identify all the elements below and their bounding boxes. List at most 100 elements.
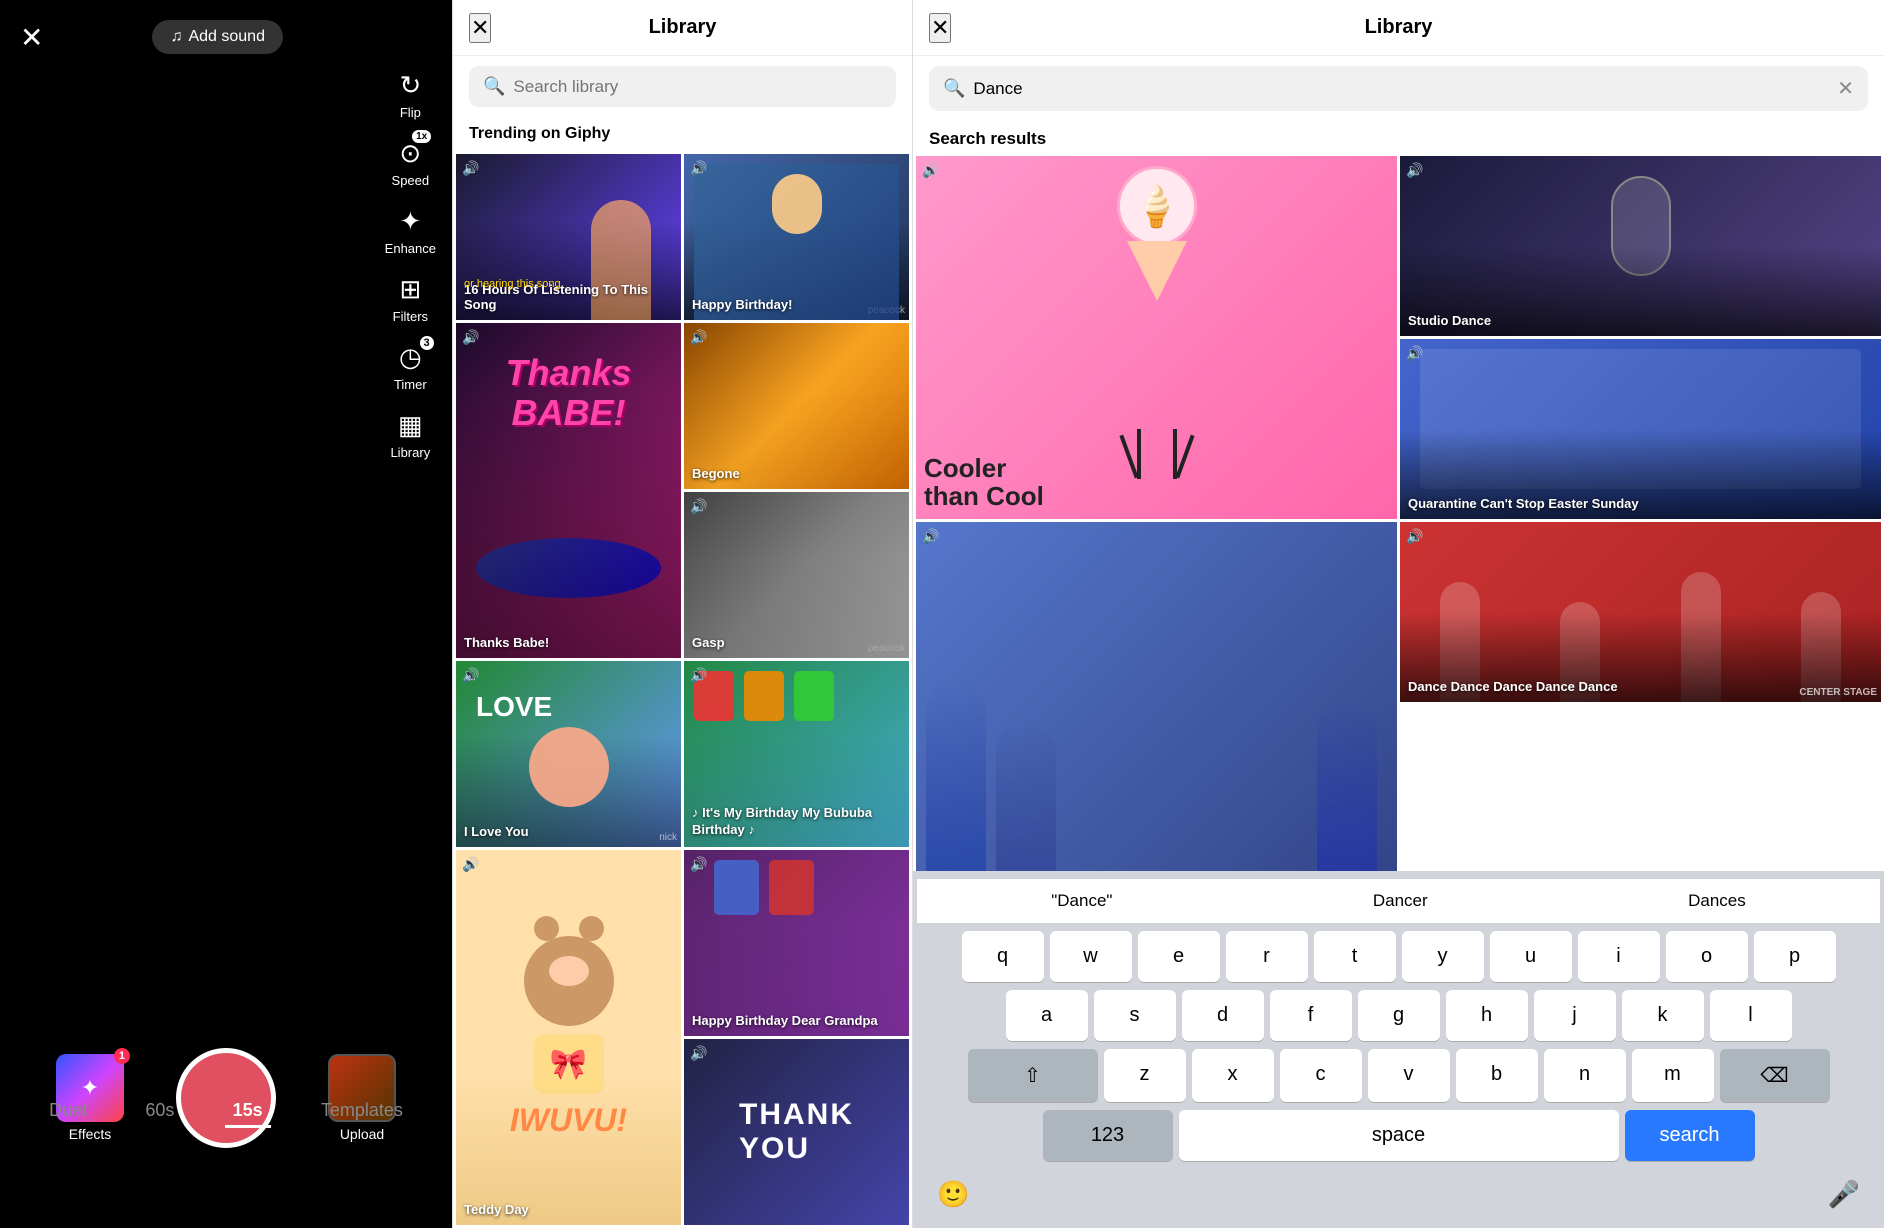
trending-gif-grid: 🔊 16 Hours Of Listening To This Song or … [453,151,912,1228]
gif-icecream[interactable]: 🔊 🍦 Coolerthan Cool [916,156,1397,519]
add-sound-button[interactable]: ♫ Add sound [152,20,283,54]
key-v[interactable]: v [1368,1049,1450,1102]
key-h[interactable]: h [1446,990,1528,1041]
gif-teddy[interactable]: 🔊 🎀 IWUVU! Teddy Day [456,850,681,1225]
tab-templates[interactable]: Templates [313,1096,411,1128]
top-bar: ✕ ♫ Add sound [0,0,452,64]
suggestion-dance[interactable]: "Dance" [1039,887,1124,915]
gif-kids-dance[interactable]: 🔊 [916,522,1397,871]
tab-60s[interactable]: 60s [137,1096,182,1128]
key-q[interactable]: q [962,931,1044,982]
key-n[interactable]: n [1544,1049,1626,1102]
key-t[interactable]: t [1314,931,1396,982]
key-o[interactable]: o [1666,931,1748,982]
volume-icon-birthday: 🔊 [690,160,707,177]
key-z[interactable]: z [1104,1049,1186,1102]
close-button[interactable]: ✕ [20,21,43,54]
timer-badge: 3 [420,336,434,350]
tab-duet[interactable]: Duet [41,1096,95,1128]
library-panel-middle: ✕ Library 🔍 Trending on Giphy 🔊 16 Hours… [452,0,912,1228]
gif-label-gasp: Gasp [692,635,725,650]
gif-label-studio: Studio Dance [1408,313,1491,328]
key-d[interactable]: d [1182,990,1264,1041]
gif-patrick[interactable]: 🔊 I Love You LOVE nick [456,661,681,847]
key-b[interactable]: b [1456,1049,1538,1102]
emoji-button[interactable]: 🙂 [937,1179,969,1210]
right-header: ✕ Library [913,0,1884,56]
middle-close-button[interactable]: ✕ [469,13,491,43]
key-i[interactable]: i [1578,931,1660,982]
gif-quarantine[interactable]: 🔊 Quarantine Can't Stop Easter Sunday [1400,339,1881,519]
gif-label-thanks: Thanks Babe! [464,635,549,650]
keyboard-row-3: ⇧ z x c v b n m ⌫ [917,1049,1880,1102]
gif-studio-dance[interactable]: 🔊 Studio Dance [1400,156,1881,336]
suggestion-dances[interactable]: Dances [1676,887,1758,915]
volume-icon-quarantine: 🔊 [1406,345,1423,362]
suggestion-dancer[interactable]: Dancer [1361,887,1440,915]
enhance-icon: ✦ [399,206,421,237]
flip-control[interactable]: ↻ Flip [399,70,421,120]
tab-15s[interactable]: 15s [225,1096,271,1128]
key-p[interactable]: p [1754,931,1836,982]
clear-search-button[interactable]: ✕ [1837,76,1854,101]
key-y[interactable]: y [1402,931,1484,982]
library-control[interactable]: ▦ Library [390,410,430,460]
gif-dance-dance[interactable]: 🔊 Dance Dance Dance Dance Dance CENTER S… [1400,522,1881,702]
gif-birthday[interactable]: 🔊 Happy Birthday! peacock [684,154,909,320]
gif-label-patrick: I Love You [464,824,529,839]
middle-title: Library [649,16,717,39]
bottom-controls: ✦ 1 Effects Upload Duet 60s 15s Template… [0,1048,452,1148]
volume-icon-teddy: 🔊 [462,856,479,873]
delete-key[interactable]: ⌫ [1720,1049,1830,1102]
microphone-button[interactable]: 🎤 [1828,1179,1860,1210]
key-f[interactable]: f [1270,990,1352,1041]
volume-icon-begone: 🔊 [690,329,707,346]
gif-thanks[interactable]: 🔊 ThanksBABE! Thanks Babe! [456,323,681,658]
gif-thankyou[interactable]: 🔊 THANK YOU [684,1039,909,1225]
gif-gasp[interactable]: 🔊 Gasp peacock [684,492,909,658]
key-w[interactable]: w [1050,931,1132,982]
key-x[interactable]: x [1192,1049,1274,1102]
right-search-bar[interactable]: 🔍 ✕ [929,66,1868,111]
gif-bday-grandpa[interactable]: 🔊 Happy Birthday Dear Grandpa [684,850,909,1036]
gif-southpark[interactable]: 🔊 ♪ It's My Birthday My Bububa Birthday … [684,661,909,847]
speed-badge: 1x [412,130,431,143]
watermark-patrick: nick [659,832,677,843]
gif-begone[interactable]: 🔊 Begone [684,323,909,489]
key-c[interactable]: c [1280,1049,1362,1102]
right-title: Library [1365,16,1433,39]
enhance-control[interactable]: ✦ Enhance [385,206,436,256]
key-a[interactable]: a [1006,990,1088,1041]
right-close-button[interactable]: ✕ [929,13,951,43]
numbers-key[interactable]: 123 [1043,1110,1173,1161]
middle-search-bar[interactable]: 🔍 [469,66,896,107]
speed-control[interactable]: ⊙ 1x Speed [392,138,430,188]
key-u[interactable]: u [1490,931,1572,982]
middle-search-input[interactable] [513,77,882,97]
key-m[interactable]: m [1632,1049,1714,1102]
right-search-input[interactable] [973,79,1829,99]
key-s[interactable]: s [1094,990,1176,1041]
camera-controls: ↻ Flip ⊙ 1x Speed ✦ Enhance ⊞ Filters ◷ … [385,60,436,470]
gif-jojo[interactable]: 🔊 16 Hours Of Listening To This Song or … [456,154,681,320]
keyboard: "Dance" Dancer Dances q w e r t y u i o … [913,871,1884,1228]
library-panel-right: ✕ Library 🔍 ✕ Search results 🔊 🍦 Coolert… [912,0,1884,1228]
key-r[interactable]: r [1226,931,1308,982]
trending-label: Trending on Giphy [453,117,912,151]
space-key[interactable]: space [1179,1110,1619,1161]
shift-key[interactable]: ⇧ [968,1049,1098,1102]
filters-control[interactable]: ⊞ Filters [393,274,428,324]
volume-icon-southpark: 🔊 [690,667,707,684]
volume-icon: 🔊 [462,160,479,177]
thanks-text: ThanksBABE! [456,353,681,432]
key-e[interactable]: e [1138,931,1220,982]
gif-sublabel-jojo: or hearing this song. [464,278,564,290]
key-k[interactable]: k [1622,990,1704,1041]
camera-panel: ✕ ♫ Add sound ↻ Flip ⊙ 1x Speed ✦ Enhanc… [0,0,452,1228]
key-j[interactable]: j [1534,990,1616,1041]
timer-control[interactable]: ◷ 3 Timer [394,342,427,392]
key-g[interactable]: g [1358,990,1440,1041]
search-key[interactable]: search [1625,1110,1755,1161]
timer-icon: ◷ [399,342,422,372]
key-l[interactable]: l [1710,990,1792,1041]
